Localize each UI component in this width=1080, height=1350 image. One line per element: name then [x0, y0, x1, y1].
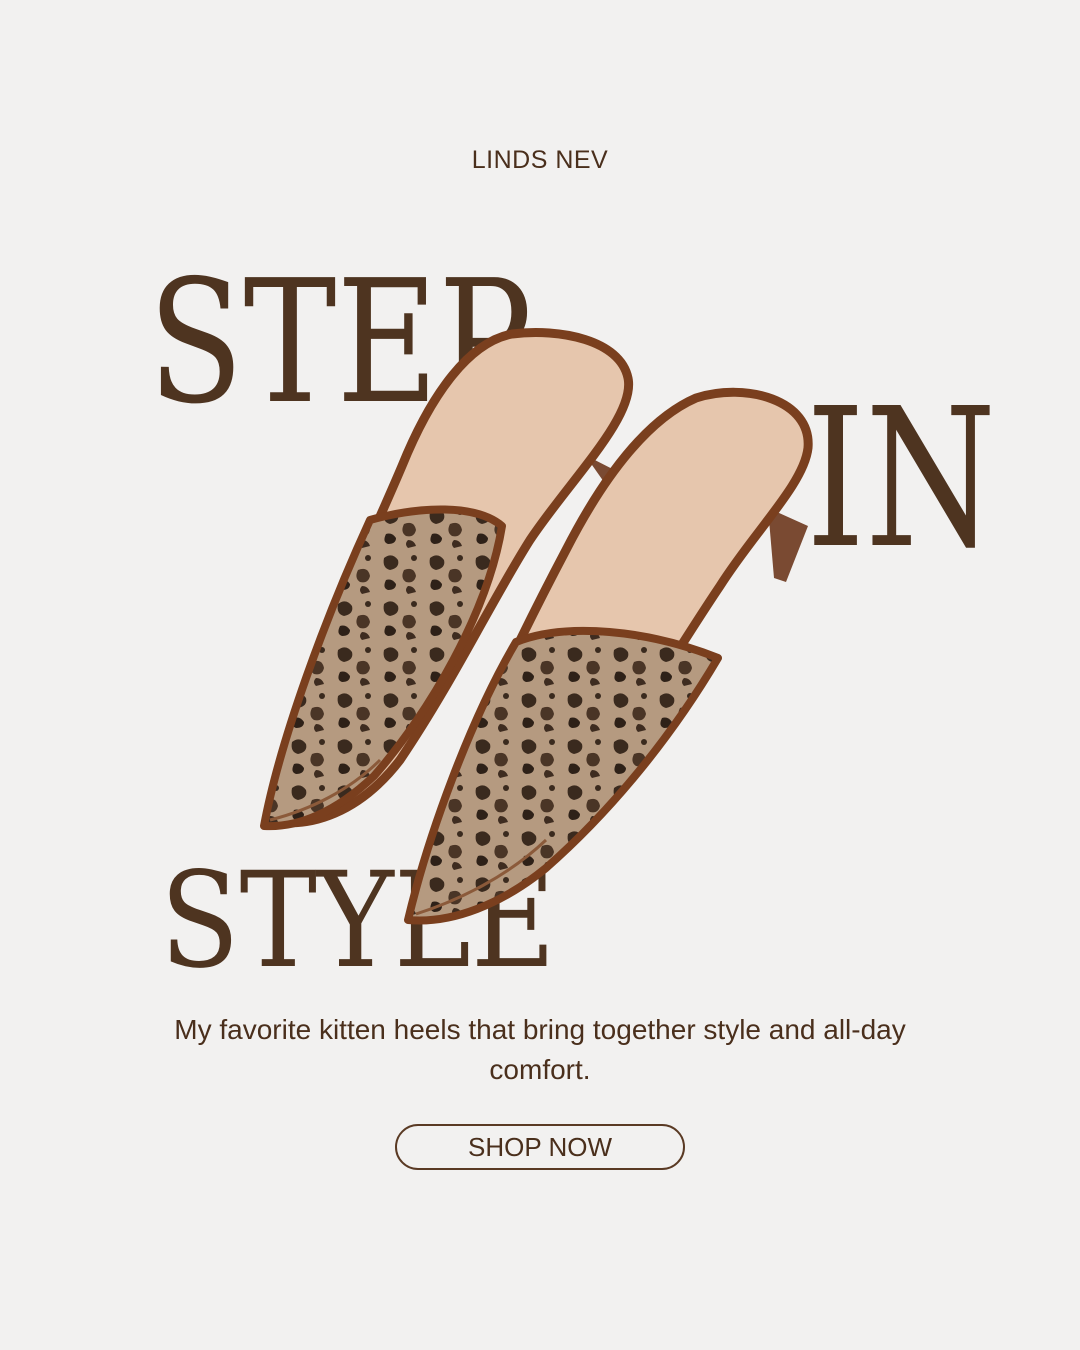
brand-name: LINDS NEV [471, 146, 609, 174]
shop-now-button[interactable]: SHOP NOW [395, 1124, 685, 1170]
headline-in: IN [806, 368, 997, 591]
promo-post: LINDS NEV STEP IN STYLE My favorite kitt… [0, 0, 1080, 1350]
product-description: My favorite kitten heels that bring toge… [174, 1014, 906, 1085]
shoes-image [260, 328, 813, 925]
